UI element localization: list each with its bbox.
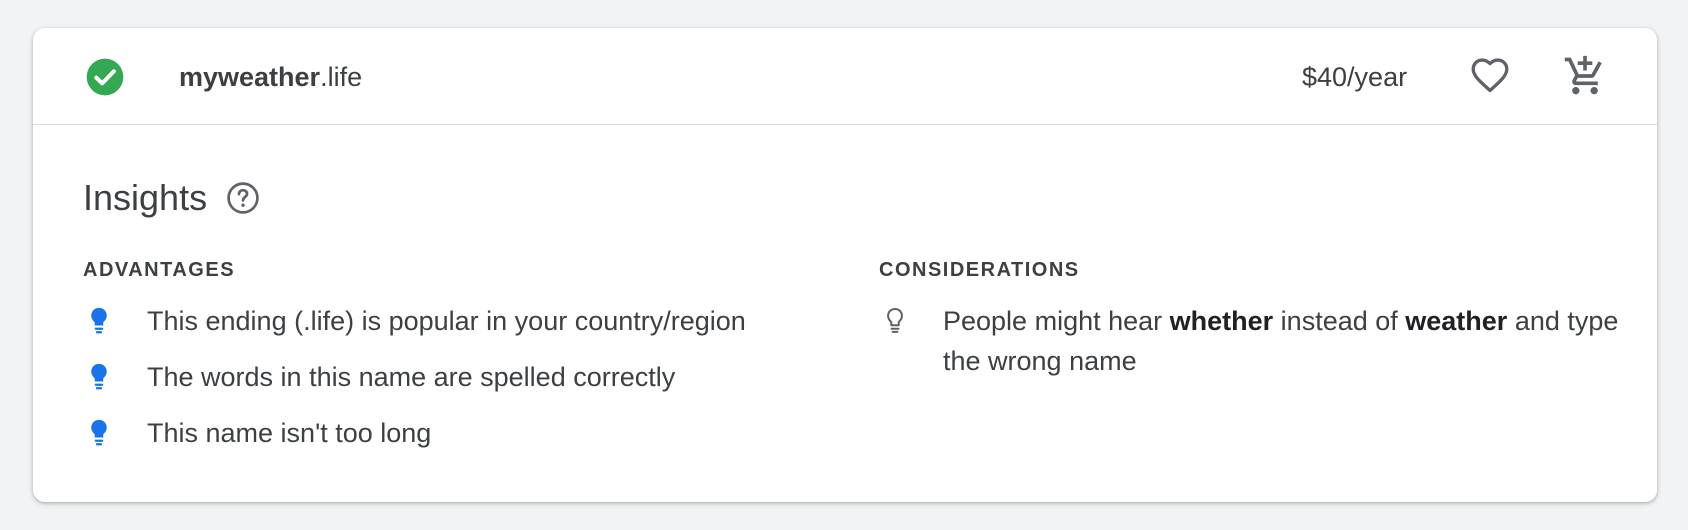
heart-outline-icon [1471,58,1509,93]
add-to-cart-button[interactable] [1561,52,1609,100]
emphasis-text: whether [1169,306,1274,336]
lightbulb-filled-icon [91,307,107,334]
domain-result-card: myweather.life $40/year Insights ADVANTA… [33,28,1657,502]
considerations-list: People might hear whether instead of wea… [879,301,1619,397]
favorite-button[interactable] [1466,52,1514,100]
considerations-heading: CONSIDERATIONS [879,259,1080,281]
advantages-list: This ending (.life) is popular in your c… [83,301,843,469]
advantage-text: The words in this name are spelled corre… [147,362,676,392]
advantage-item: This name isn't too long [83,413,843,453]
lightbulb-outline-icon [887,308,903,333]
help-circle-icon[interactable] [225,180,261,216]
advantage-text: This ending (.life) is popular in your c… [147,306,746,336]
domain-sld: myweather [179,62,321,92]
check-circle-icon [86,58,124,96]
domain-name[interactable]: myweather.life [179,60,362,94]
add-shopping-cart-icon [1564,55,1602,95]
domain-tld: .life [320,62,363,92]
advantages-heading: ADVANTAGES [83,259,236,281]
advantage-item: The words in this name are spelled corre… [83,357,843,397]
emphasis-text: weather [1405,306,1508,336]
consideration-item: People might hear whether instead of wea… [879,301,1619,381]
lightbulb-filled-icon [91,419,107,446]
advantage-item: This ending (.life) is popular in your c… [83,301,843,341]
domain-result-header: myweather.life $40/year [33,28,1657,125]
insights-title: Insights [83,177,208,218]
advantage-text: This name isn't too long [147,418,432,448]
domain-price: $40/year [1302,62,1408,92]
lightbulb-filled-icon [91,363,107,390]
consideration-text: People might hear whether instead of wea… [943,306,1619,376]
